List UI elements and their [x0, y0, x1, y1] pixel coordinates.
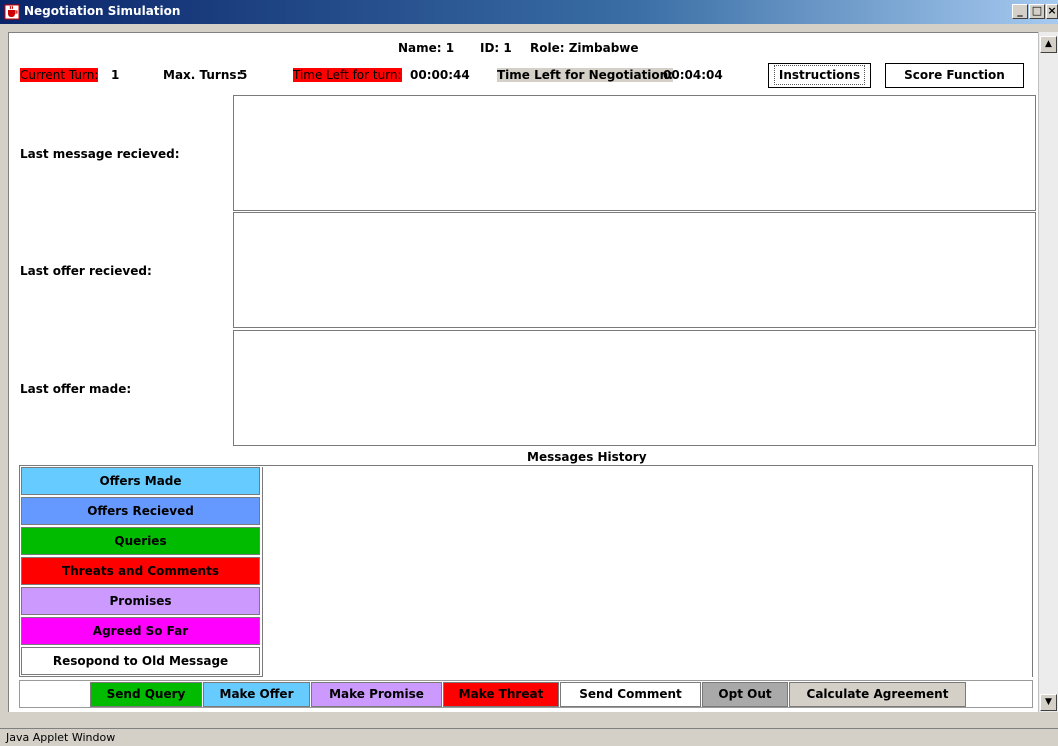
filter-offers-made[interactable]: Offers Made	[21, 467, 260, 495]
status-bar: Java Applet Window	[0, 728, 1058, 746]
filter-threats-comments[interactable]: Threats and Comments	[21, 557, 260, 585]
last-message-box	[233, 95, 1036, 211]
close-icon[interactable]: ×	[1046, 4, 1058, 19]
current-turn-value: 1	[111, 68, 120, 82]
make-threat-button[interactable]: Make Threat	[443, 682, 559, 707]
opt-out-button[interactable]: Opt Out	[702, 682, 788, 707]
make-offer-button[interactable]: Make Offer	[203, 682, 310, 707]
last-message-label: Last message recieved:	[20, 147, 180, 161]
player-name: Name: 1	[398, 41, 455, 55]
instructions-button-label: Instructions	[773, 65, 866, 85]
title-bar: Negotiation Simulation _ □ ×	[0, 0, 1058, 24]
max-turns-value: 5	[239, 68, 248, 82]
minimize-icon[interactable]: _	[1012, 4, 1028, 19]
last-offer-received-box	[233, 212, 1036, 328]
time-left-turn-value: 00:00:44	[410, 68, 470, 82]
scroll-down-icon[interactable]: ▼	[1040, 694, 1057, 711]
maximize-icon[interactable]: □	[1029, 4, 1045, 19]
send-comment-button[interactable]: Send Comment	[560, 682, 701, 707]
respond-old-message-button[interactable]: Resopond to Old Message	[21, 647, 260, 675]
window-title: Negotiation Simulation	[24, 4, 181, 18]
current-turn-label: Current Turn:	[20, 68, 99, 82]
history-list[interactable]	[262, 467, 1032, 677]
filter-queries[interactable]: Queries	[21, 527, 260, 555]
calculate-agreement-button[interactable]: Calculate Agreement	[789, 682, 966, 707]
player-id: ID: 1	[480, 41, 512, 55]
time-left-negotiation-label: Time Left for Negotiation:	[497, 68, 673, 82]
make-promise-button[interactable]: Make Promise	[311, 682, 442, 707]
score-function-button[interactable]: Score Function	[885, 63, 1024, 88]
last-offer-made-box	[233, 330, 1036, 446]
filter-offers-received[interactable]: Offers Recieved	[21, 497, 260, 525]
last-offer-made-label: Last offer made:	[20, 382, 132, 396]
vertical-scrollbar[interactable]: ▲ ▼	[1038, 32, 1058, 712]
send-query-button[interactable]: Send Query	[90, 682, 202, 707]
time-left-negotiation-value: 00:04:04	[663, 68, 723, 82]
java-cup-icon	[4, 4, 20, 20]
last-offer-received-label: Last offer recieved:	[20, 264, 152, 278]
time-left-turn-label: Time Left for turn:	[293, 68, 402, 82]
instructions-button[interactable]: Instructions	[768, 63, 871, 88]
filter-agreed-so-far[interactable]: Agreed So Far	[21, 617, 260, 645]
player-role: Role: Zimbabwe	[530, 41, 639, 55]
filter-promises[interactable]: Promises	[21, 587, 260, 615]
messages-history-title: Messages History	[527, 450, 647, 464]
status-text: Java Applet Window	[6, 731, 116, 744]
scroll-up-icon[interactable]: ▲	[1040, 36, 1057, 53]
max-turns-label: Max. Turns:	[163, 68, 242, 82]
